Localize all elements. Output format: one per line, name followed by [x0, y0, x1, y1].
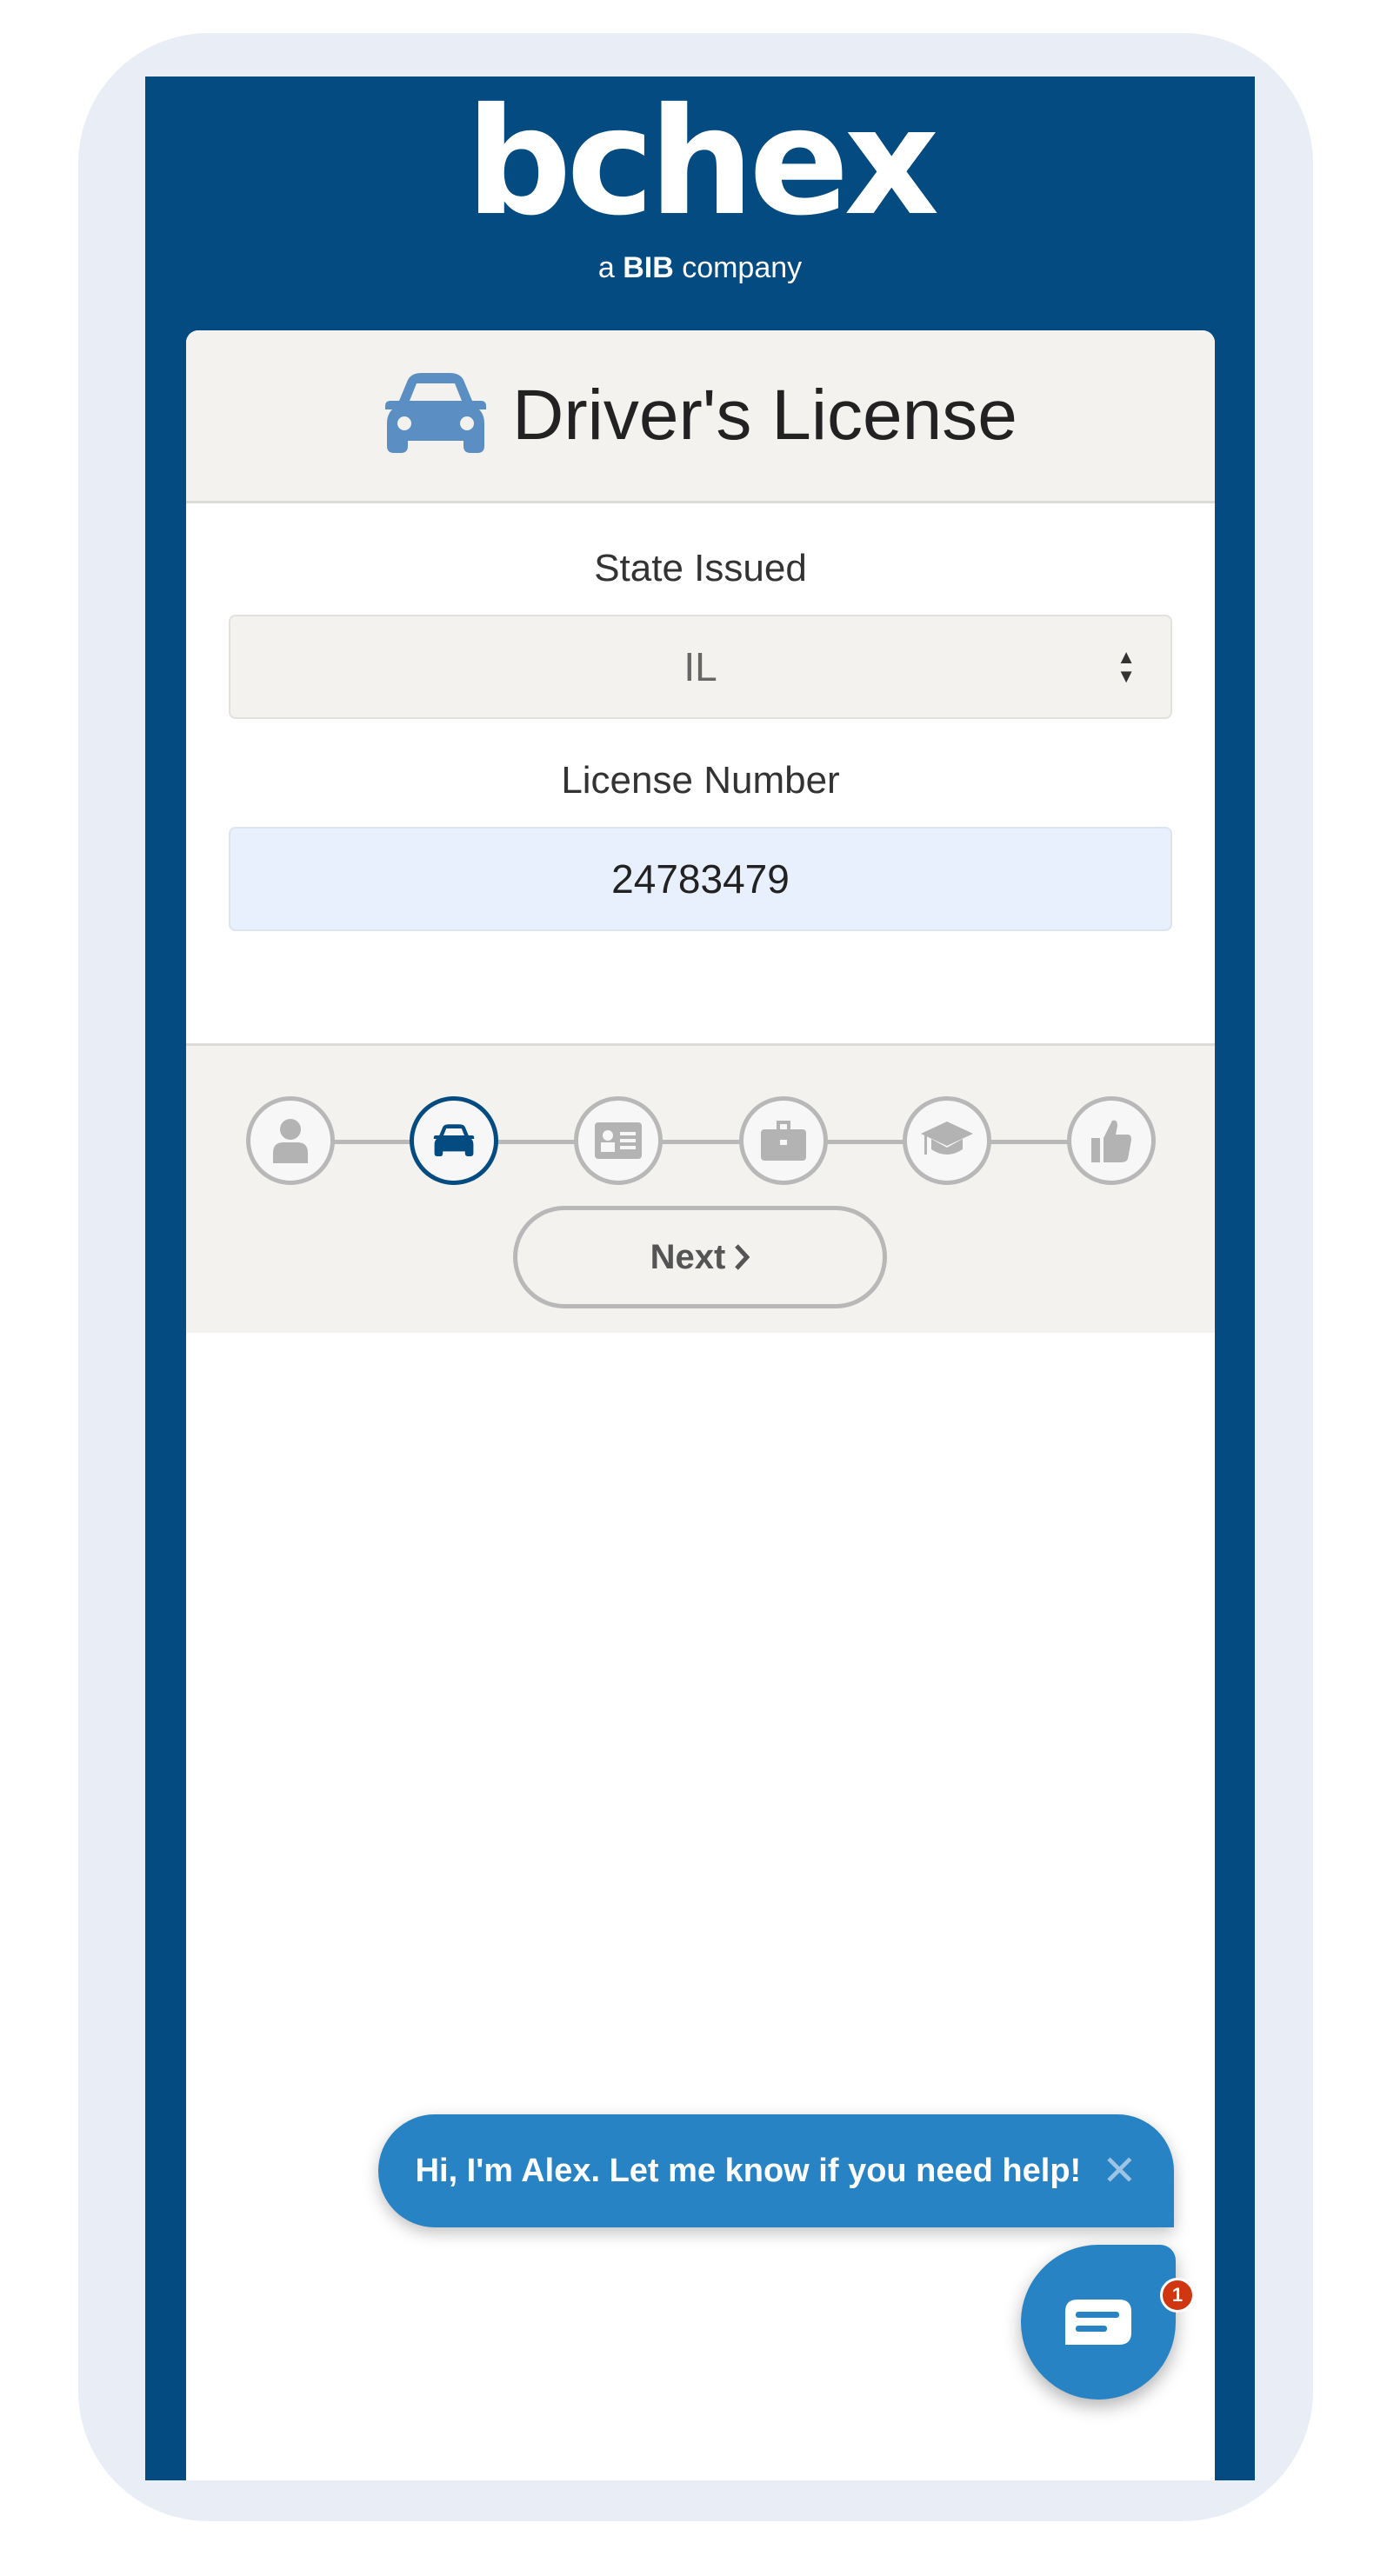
user-icon — [273, 1119, 308, 1163]
step-complete — [1067, 1096, 1156, 1185]
chat-greeting-bubble[interactable]: Hi, I'm Alex. Let me know if you need he… — [378, 2114, 1174, 2227]
next-button[interactable]: Next — [513, 1206, 887, 1308]
briefcase-icon — [761, 1121, 806, 1161]
thumbs-up-icon — [1091, 1120, 1131, 1162]
card-footer: Next — [186, 1043, 1215, 1333]
tagline-prefix: a — [597, 251, 615, 284]
step-education — [903, 1096, 991, 1185]
state-issued-label: State Issued — [594, 547, 807, 589]
step-user — [246, 1096, 335, 1185]
license-number-value: 24783479 — [611, 856, 790, 902]
state-select-value: IL — [683, 644, 717, 689]
chat-greeting-text: Hi, I'm Alex. Let me know if you need he… — [415, 2152, 1082, 2189]
tagline-bold: BIB — [623, 251, 674, 284]
next-label: Next — [650, 1237, 726, 1276]
logo-tagline: a BIB company — [145, 250, 1255, 285]
chevron-right-icon — [735, 1244, 750, 1270]
chat-launcher-button[interactable] — [1021, 2245, 1176, 2400]
license-number-input[interactable]: 24783479 — [229, 827, 1172, 931]
card-header: Driver's License — [186, 330, 1215, 503]
graduation-cap-icon — [921, 1122, 973, 1155]
card-title: Driver's License — [512, 376, 1017, 455]
car-icon — [383, 372, 488, 459]
logo-text: bchex — [465, 77, 939, 249]
id-card-icon — [595, 1122, 642, 1159]
state-select[interactable]: IL ▲ ▼ — [229, 615, 1172, 719]
chat-icon — [1065, 2300, 1131, 2345]
progress-steps — [186, 1096, 1215, 1185]
close-icon[interactable]: ✕ — [1102, 2147, 1137, 2195]
step-employment — [739, 1096, 828, 1185]
unread-badge: 1 — [1160, 2278, 1195, 2313]
license-number-label: License Number — [561, 759, 840, 802]
car-icon — [433, 1124, 475, 1156]
step-drivers-license — [410, 1096, 498, 1185]
select-arrows-icon: ▲ ▼ — [1117, 646, 1136, 687]
bchex-logo[interactable]: bchex a BIB company — [145, 77, 1255, 285]
tagline-suffix: company — [682, 251, 803, 284]
step-id-card — [574, 1096, 663, 1185]
